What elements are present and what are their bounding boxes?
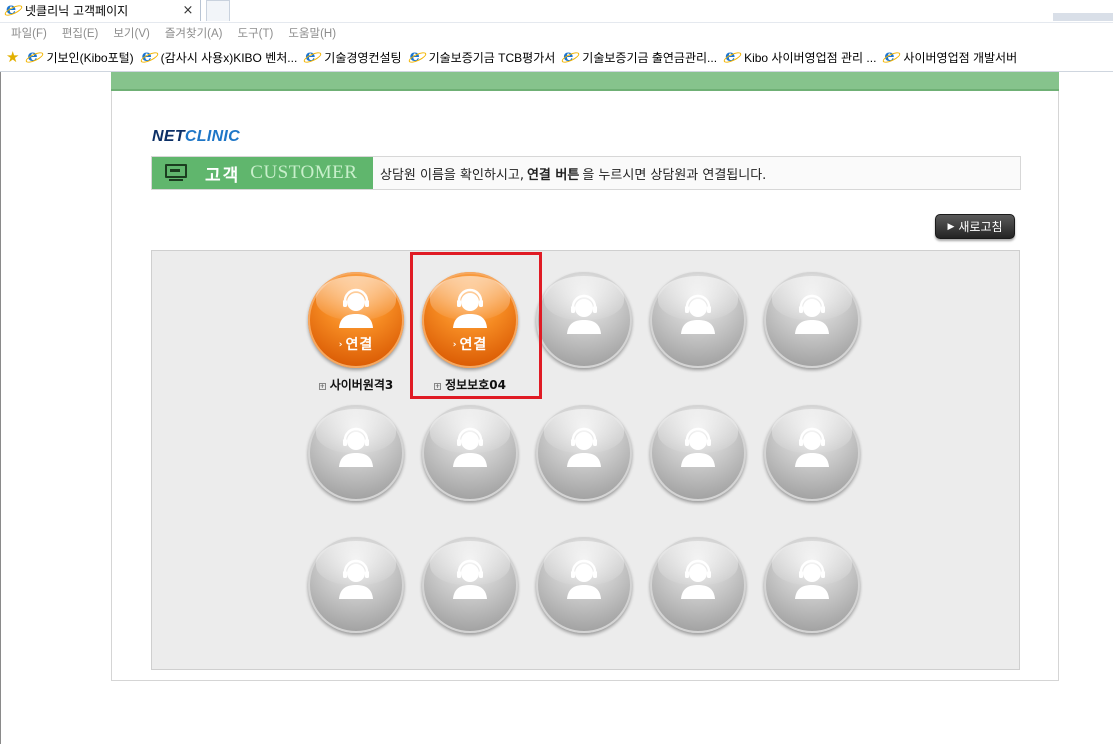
close-tab-icon[interactable]: ×	[180, 3, 196, 18]
connect-label: › 연결	[338, 337, 374, 353]
ie-icon: e	[3, 1, 24, 18]
ie-icon: e	[24, 48, 46, 65]
menu-help[interactable]: 도움말(H)	[288, 25, 336, 41]
menu-tools[interactable]: 도구(T)	[238, 25, 274, 41]
menu-edit[interactable]: 편집(E)	[62, 25, 99, 41]
agent-slot-offline	[308, 537, 404, 633]
title-korean: 고객	[205, 165, 241, 186]
headset-person-icon	[563, 559, 605, 601]
headset-person-icon	[335, 559, 377, 601]
tab-bar: e 넷클리닉 고객페이지 ×	[0, 0, 1113, 22]
header-strip	[111, 72, 1059, 91]
expand-box-icon: +	[318, 383, 326, 390]
favorite-link[interactable]: e Kibo 사이버영업점 관리 ...	[722, 48, 876, 66]
favorite-link[interactable]: e 기보인(Kibo포털)	[24, 48, 134, 66]
browser-tab[interactable]: e 넷클리닉 고객페이지 ×	[0, 0, 201, 21]
ie-icon: e	[881, 48, 902, 65]
tab-scroll-strip	[1053, 0, 1113, 21]
favorite-link[interactable]: e 기술경영컨설팅	[302, 48, 402, 66]
agent-slot-offline	[764, 272, 860, 368]
favorites-bar: ★ e 기보인(Kibo포털) e (감사시 사용x)KIBO 벤처... e 기술경…	[0, 44, 1113, 72]
favorite-link[interactable]: e 기술보증기금 TCB평가서	[406, 48, 555, 66]
agent-slot-offline	[308, 405, 404, 501]
favorite-link[interactable]: e (감사시 사용x)KIBO 벤처...	[139, 48, 297, 66]
agent-slot-offline	[536, 405, 632, 501]
agent-name: + 사이버원격3	[318, 378, 394, 392]
agent-slot-offline	[650, 272, 746, 368]
monitor-icon	[165, 164, 187, 182]
favorite-link[interactable]: e 사이버영업점 개발서버	[881, 48, 1017, 66]
headset-person-icon	[563, 294, 605, 336]
ie-icon: e	[139, 48, 160, 65]
title-english: CUSTOMER	[250, 162, 358, 183]
agent-slot-offline	[650, 405, 746, 501]
headset-person-icon	[677, 294, 719, 336]
headset-person-icon	[449, 427, 491, 469]
agent-connect-button[interactable]: › 연결	[308, 272, 404, 368]
headset-person-icon	[335, 288, 377, 330]
agent-slot-offline	[764, 537, 860, 633]
agent-slot-offline	[422, 405, 518, 501]
agent-slot-offline	[422, 537, 518, 633]
menu-file[interactable]: 파일(F)	[11, 25, 47, 41]
instruction-text: 상담원 이름을 확인하시고, 연결 버튼 을 누르시면 상담원과 연결됩니다.	[380, 167, 767, 183]
tab-title: 넷클리닉 고객페이지	[25, 4, 129, 18]
headset-person-icon	[677, 559, 719, 601]
menu-bar: 파일(F) 편집(E) 보기(V) 즐겨찾기(A) 도구(T) 도움말(H)	[0, 22, 1113, 43]
agent-slot-offline	[536, 537, 632, 633]
annotation-highlight	[410, 252, 542, 399]
headset-person-icon	[335, 427, 377, 469]
headset-person-icon	[791, 559, 833, 601]
title-banner: 고객 CUSTOMER 상담원 이름을 확인하시고, 연결 버튼 을 누르시면 …	[151, 156, 1021, 190]
favorite-link[interactable]: e 기술보증기금 출연금관리...	[560, 48, 717, 66]
ie-icon: e	[406, 48, 428, 65]
agent-slot-offline	[536, 272, 632, 368]
customer-badge: 고객 CUSTOMER	[152, 157, 373, 189]
headset-person-icon	[791, 294, 833, 336]
headset-person-icon	[677, 427, 719, 469]
agent-slot-offline	[650, 537, 746, 633]
menu-favorites[interactable]: 즐겨찾기(A)	[165, 25, 223, 41]
arrow-right-icon: ▶	[947, 221, 955, 232]
ie-icon: e	[560, 48, 581, 65]
headset-person-icon	[449, 559, 491, 601]
ie-icon: e	[302, 48, 323, 65]
agent-slot-offline	[764, 405, 860, 501]
menu-view[interactable]: 보기(V)	[113, 25, 150, 41]
netclinic-logo: NETCLINIC	[152, 128, 241, 145]
headset-person-icon	[563, 427, 605, 469]
window-border	[0, 72, 1, 744]
favorites-star-icon[interactable]: ★	[6, 50, 19, 65]
headset-person-icon	[791, 427, 833, 469]
new-tab-button[interactable]	[206, 0, 230, 21]
refresh-button[interactable]: ▶ 새로고침	[935, 214, 1015, 239]
ie-icon: e	[722, 48, 743, 65]
